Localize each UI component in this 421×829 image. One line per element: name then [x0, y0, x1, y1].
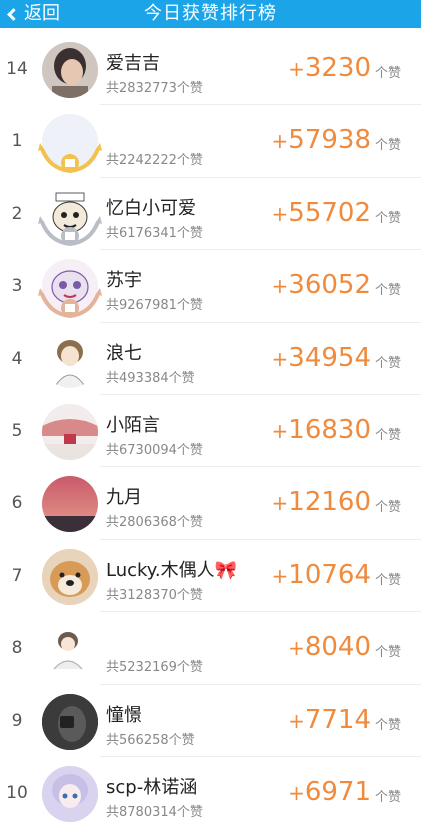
likes-unit: 个赞 [374, 645, 401, 661]
rank-number: 2 [11, 203, 23, 224]
likes-unit: 个赞 [374, 355, 401, 371]
avatar [42, 476, 98, 533]
rank-number: 10 [6, 782, 28, 803]
list-item[interactable]: 2 忆白小可爱 共6176341个赞 +55702 个赞 [0, 178, 421, 251]
user-name: 忆白小可爱 [106, 197, 196, 219]
user-name: 小陌言 [106, 414, 160, 436]
avatar [42, 403, 98, 460]
avatar [42, 42, 98, 98]
list-item[interactable]: 10 scp-林诺涵 共8780314个赞 +6971 个赞 [0, 757, 421, 829]
gold-medal-icon [38, 143, 102, 174]
user-name: 爱吉吉 [106, 53, 160, 74]
bronze-medal-icon [38, 288, 102, 319]
today-likes: +12160 [271, 487, 371, 518]
today-likes: +10764 [271, 559, 371, 590]
likes-unit: 个赞 [374, 789, 401, 805]
avatar [42, 621, 98, 678]
list-item[interactable]: 5 小陌言 共6730094个赞 +16830 个赞 [0, 395, 421, 468]
total-likes: 共2242222个赞 [106, 153, 203, 169]
rank-number: 3 [11, 276, 23, 297]
today-likes: +3230 [288, 53, 371, 83]
list-item[interactable]: 6 九月 共2806368个赞 +12160 个赞 [0, 467, 421, 540]
today-likes: +16830 [271, 414, 371, 445]
rank-number: 5 [11, 420, 23, 441]
total-likes: 共2806368个赞 [106, 515, 203, 531]
total-likes: 共9267981个赞 [106, 298, 203, 314]
user-name: Lucky.木偶人🎀 [106, 559, 238, 581]
today-likes: +55702 [271, 197, 371, 228]
total-likes: 共6730094个赞 [106, 442, 203, 458]
avatar [42, 548, 98, 605]
likes-unit: 个赞 [374, 572, 401, 588]
likes-unit: 个赞 [374, 66, 401, 81]
total-likes: 共3128370个赞 [106, 587, 203, 603]
total-likes: 共8780314个赞 [106, 804, 203, 820]
today-likes: +8040 [288, 632, 371, 663]
list-item[interactable]: 1 共2242222个赞 +57938 个赞 [0, 105, 421, 178]
rank-number: 14 [6, 59, 28, 79]
today-likes: +57938 [271, 125, 371, 156]
silver-medal-icon [38, 215, 102, 246]
rank-number: 8 [11, 638, 23, 659]
today-likes: +36052 [271, 270, 371, 301]
list-item[interactable]: 4 浪七 共493384个赞 +34954 个赞 [0, 323, 421, 395]
today-likes: +34954 [271, 342, 371, 373]
today-likes: +6971 [288, 776, 371, 807]
today-likes: +7714 [288, 704, 371, 735]
likes-unit: 个赞 [374, 717, 401, 733]
user-name: 苏宇 [106, 270, 142, 292]
likes-unit: 个赞 [374, 500, 401, 516]
user-name: 九月 [106, 487, 142, 509]
rank-number: 7 [11, 565, 23, 586]
total-likes: 共6176341个赞 [106, 225, 203, 241]
ranking-list: 14 爱吉吉 共2832773个赞 +3230 个赞 1 共2242222个赞 … [0, 33, 421, 829]
total-likes: 共5232169个赞 [106, 660, 203, 676]
total-likes: 共2832773个赞 [106, 81, 203, 96]
avatar [42, 765, 98, 822]
rank-number: 4 [11, 348, 23, 369]
list-item[interactable]: 7 Lucky.木偶人🎀 共3128370个赞 +10764 个赞 [0, 540, 421, 613]
user-name: 憧憬 [106, 704, 142, 726]
user-name: scp-林诺涵 [106, 776, 198, 798]
list-item[interactable]: 14 爱吉吉 共2832773个赞 +3230 个赞 [0, 33, 421, 106]
likes-unit: 个赞 [374, 138, 401, 154]
user-name: 浪七 [106, 342, 142, 364]
list-item[interactable]: 8 共5232169个赞 +8040 个赞 [0, 612, 421, 685]
total-likes: 共493384个赞 [106, 370, 195, 386]
likes-unit: 个赞 [374, 283, 401, 299]
rank-number: 9 [11, 710, 23, 731]
list-item[interactable]: 3 苏宇 共9267981个赞 +36052 个赞 [0, 250, 421, 323]
page-title: 今日获赞排行榜 [144, 3, 277, 24]
list-item[interactable]: 9 憧憬 共566258个赞 +7714 个赞 [0, 685, 421, 757]
top-bar: 返回 今日获赞排行榜 [0, 0, 421, 28]
avatar [42, 331, 98, 388]
avatar [42, 693, 98, 750]
rank-number: 6 [11, 493, 23, 514]
likes-unit: 个赞 [374, 427, 401, 443]
total-likes: 共566258个赞 [106, 732, 195, 748]
rank-number: 1 [11, 131, 23, 152]
likes-unit: 个赞 [374, 210, 401, 226]
